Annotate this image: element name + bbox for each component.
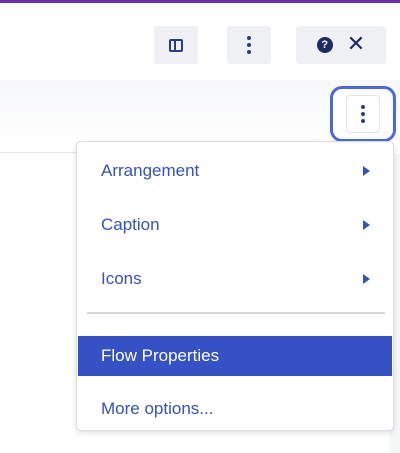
- vertical-dots-icon: [247, 36, 251, 54]
- menu-item-label: Arrangement: [101, 161, 200, 180]
- top-accent-bar: [0, 0, 400, 3]
- menu-item-label: Icons: [101, 269, 142, 288]
- context-menu: Arrangement Caption Icons Flow Propertie…: [76, 141, 394, 431]
- sidebar-panel-icon: [169, 38, 183, 52]
- menu-item-label: Caption: [101, 215, 160, 234]
- options-menu-button[interactable]: [330, 86, 396, 142]
- submenu-arrow-icon: [363, 220, 370, 230]
- menu-item-flow-properties[interactable]: Flow Properties: [78, 336, 392, 376]
- toggle-panel-button[interactable]: [154, 26, 198, 64]
- submenu-arrow-icon: [363, 166, 370, 176]
- options-menu-button-inner: [346, 95, 380, 133]
- menu-item-icons[interactable]: Icons: [77, 252, 393, 306]
- question-circle-icon[interactable]: ?: [316, 37, 333, 53]
- menu-item-caption[interactable]: Caption: [77, 198, 393, 252]
- menu-item-more-options[interactable]: More options...: [77, 382, 393, 436]
- close-icon[interactable]: ✕: [347, 34, 365, 56]
- menu-divider: [87, 312, 385, 314]
- submenu-arrow-icon: [363, 274, 370, 284]
- menu-item-label: More options...: [101, 399, 214, 418]
- menu-item-arrangement[interactable]: Arrangement: [77, 144, 393, 198]
- vertical-dots-icon: [361, 105, 365, 123]
- more-actions-button[interactable]: [227, 26, 271, 64]
- divider-line: [0, 152, 80, 153]
- menu-item-label: Flow Properties: [101, 346, 220, 365]
- help-close-group: ? ✕: [296, 26, 386, 64]
